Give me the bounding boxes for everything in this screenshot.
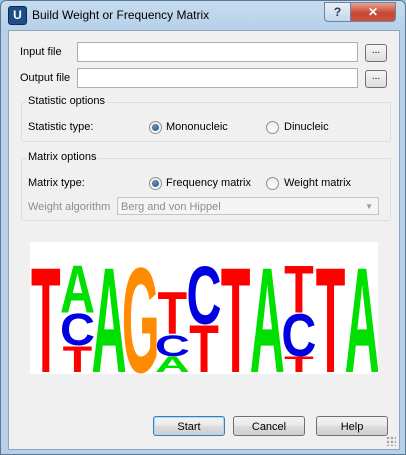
output-file-field[interactable] <box>77 68 358 88</box>
logo-letter-a: A <box>345 242 378 374</box>
matrix-options-title: Matrix options <box>26 151 99 163</box>
logo-letter-t: T <box>158 280 188 347</box>
logo-letter-g: G <box>122 242 160 374</box>
window-title: Build Weight or Frequency Matrix <box>32 8 210 22</box>
app-icon: U <box>8 6 27 25</box>
title-close-button[interactable]: ✕ <box>350 2 396 22</box>
statistic-type-label: Statistic type: <box>28 121 94 133</box>
start-button[interactable]: Start <box>153 416 225 436</box>
logo-letter-a: A <box>250 242 285 374</box>
weight-algorithm-label: Weight algorithm <box>28 201 111 213</box>
weight-matrix-radio[interactable] <box>266 177 279 190</box>
matrix-type-label: Matrix type: <box>28 177 85 189</box>
weight-matrix-label[interactable]: Weight matrix <box>284 177 351 189</box>
dialog-body: Input file ... Output file ... Statistic… <box>8 30 400 450</box>
frequency-matrix-label[interactable]: Frequency matrix <box>166 177 251 189</box>
statistic-options-title: Statistic options <box>26 95 108 107</box>
logo-letter-a: A <box>60 253 95 328</box>
dinucleic-label[interactable]: Dinucleic <box>284 121 329 133</box>
resize-grip[interactable] <box>386 436 396 446</box>
title-help-button[interactable]: ? <box>324 2 351 22</box>
cancel-button[interactable]: Cancel <box>233 416 305 436</box>
mononucleic-radio[interactable] <box>149 121 162 134</box>
input-file-label: Input file <box>20 46 62 58</box>
sequence-logo-canvas: T TCAAGACT TC T A TCT T A <box>31 242 378 374</box>
logo-letter-t: T <box>316 242 346 374</box>
sequence-logo: TTCAAGACTTCTATCTTA <box>30 242 378 374</box>
input-file-field[interactable] <box>77 42 358 62</box>
dinucleic-radio[interactable] <box>266 121 279 134</box>
mononucleic-label[interactable]: Mononucleic <box>166 121 228 133</box>
output-file-label: Output file <box>20 72 71 84</box>
weight-algorithm-value: Berg and von Hippel <box>121 201 221 213</box>
weight-algorithm-select[interactable]: Berg and von Hippel ▼ <box>117 197 379 215</box>
output-file-browse-button[interactable]: ... <box>365 70 387 88</box>
frequency-matrix-radio[interactable] <box>149 177 162 190</box>
input-file-browse-button[interactable]: ... <box>365 44 387 62</box>
title-bar[interactable]: U Build Weight or Frequency Matrix ? ✕ <box>1 1 405 29</box>
help-button[interactable]: Help <box>316 416 388 436</box>
logo-letter-c: C <box>186 250 221 341</box>
logo-letter-t: T <box>221 242 251 374</box>
dialog-window: U Build Weight or Frequency Matrix ? ✕ I… <box>0 0 406 455</box>
chevron-down-icon: ▼ <box>365 202 373 211</box>
logo-letter-t: T <box>31 242 61 374</box>
logo-letter-t: T <box>284 253 314 328</box>
